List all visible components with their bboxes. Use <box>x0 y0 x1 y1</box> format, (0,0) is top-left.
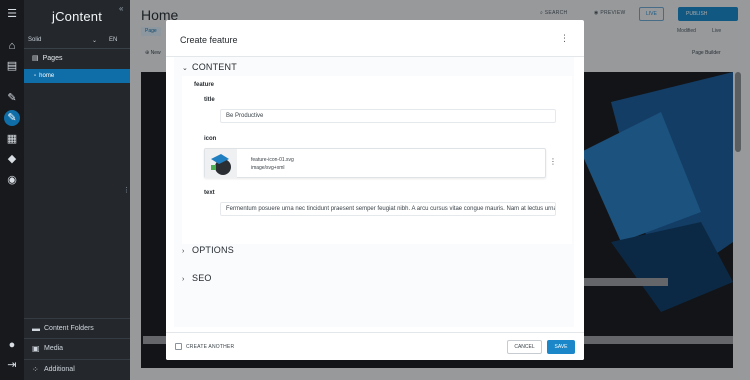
thumbnail-image <box>211 154 231 175</box>
collapse-nav-icon[interactable]: « <box>119 4 123 13</box>
create-another-checkbox[interactable] <box>175 343 182 350</box>
chevron-right-icon: › <box>182 248 185 255</box>
cancel-button[interactable]: CANCEL <box>507 340 542 354</box>
home-icon[interactable]: ⌂ <box>4 38 20 54</box>
chevron-down-icon[interactable]: ⌄ <box>92 37 97 44</box>
document-icon[interactable]: ▤ <box>4 58 20 74</box>
sidebar-item-media[interactable]: ▣ Media <box>24 338 130 358</box>
save-button[interactable]: SAVE <box>547 340 575 354</box>
pages-icon: ▤ <box>32 55 39 62</box>
dialog-title: Create feature <box>180 35 238 45</box>
create-another-label[interactable]: CREATE ANOTHER <box>186 344 234 350</box>
chevron-down-icon: ⌄ <box>182 65 189 72</box>
language-selector[interactable]: EN <box>109 37 117 43</box>
divider <box>24 48 130 49</box>
primary-nav: ☰ ⌂ ▤ ✎ ✎ ▦ ◆ ◉ ● ⇥ <box>0 0 24 380</box>
page-icon: ▫ <box>34 73 37 79</box>
chevron-right-icon: › <box>182 276 185 283</box>
tree-item-label: home <box>39 73 55 79</box>
tag-icon[interactable]: ◆ <box>4 151 20 167</box>
section-seo[interactable]: › SEO <box>182 273 212 283</box>
folder-icon: ▬ <box>32 324 40 333</box>
list-icon[interactable]: ▦ <box>4 131 20 147</box>
thumbnail-shape <box>211 165 216 170</box>
sidebar-item-label: Additional <box>44 366 75 373</box>
drag-handle-icon[interactable]: ⋮ <box>123 186 130 194</box>
title-input[interactable]: Be Productive <box>220 109 556 123</box>
icon-thumbnail <box>205 149 237 178</box>
icon-label: icon <box>204 136 217 142</box>
compass-icon[interactable]: ◉ <box>4 172 20 188</box>
pages-heading[interactable]: ▤ Pages <box>32 54 62 62</box>
section-label: CONTENT <box>192 62 237 72</box>
logout-icon[interactable]: ⇥ <box>4 357 20 373</box>
user-icon[interactable]: ● <box>4 337 20 353</box>
text-label: text <box>204 190 215 196</box>
image-icon: ▣ <box>32 344 40 353</box>
dialog-footer: CREATE ANOTHER CANCEL SAVE <box>166 332 584 360</box>
sidebar-item-content-folders[interactable]: ▬ Content Folders <box>24 318 130 338</box>
app-brand: jContent <box>52 9 103 24</box>
tree-item-home[interactable]: ▫ home <box>24 69 130 83</box>
icon-filename: feature-icon-01.svg <box>251 157 294 163</box>
pages-label: Pages <box>42 55 63 62</box>
text-input[interactable]: Fermentum posuere urna nec tincidunt pra… <box>220 202 556 216</box>
section-content[interactable]: ⌄ CONTENT <box>182 62 237 72</box>
sidebar-item-label: Media <box>44 345 64 352</box>
section-options[interactable]: › OPTIONS <box>182 245 234 255</box>
create-feature-dialog: Create feature ⋮ ⌄ CONTENT feature title … <box>166 20 584 360</box>
section-label: OPTIONS <box>192 245 234 255</box>
section-label: SEO <box>192 273 212 283</box>
menu-icon[interactable]: ☰ <box>4 6 20 22</box>
edit-icon[interactable]: ✎ <box>4 90 20 106</box>
jcontent-icon[interactable]: ✎ <box>4 110 20 126</box>
more-options-icon[interactable]: ⋮ <box>560 33 569 44</box>
sidebar: jContent « Solid ⌄ EN ▤ Pages ▫ home ⋮ ▬ C… <box>24 0 130 380</box>
fieldset-label: feature <box>194 82 215 88</box>
icon-picker[interactable]: feature-icon-01.svg image/svg+xml <box>204 148 546 178</box>
title-label: title <box>204 97 215 103</box>
icon-mimetype: image/svg+xml <box>251 165 285 171</box>
icon-actions-icon[interactable]: ⋮ <box>549 157 557 166</box>
grid-icon: ⁘ <box>32 365 39 374</box>
sidebar-item-additional[interactable]: ⁘ Additional <box>24 359 130 379</box>
sidebar-item-label: Content Folders <box>44 325 94 332</box>
